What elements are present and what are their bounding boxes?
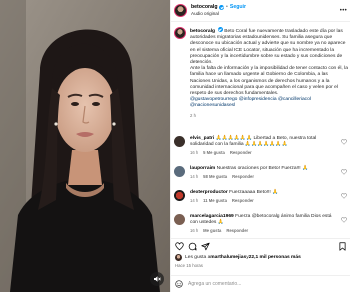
add-comment-bar bbox=[171, 275, 350, 292]
caption-mentions[interactable]: @gustavopetrourrego @infopresidencia @ca… bbox=[190, 97, 311, 108]
post-panel: betocoralg • Seguir Audio original ••• b… bbox=[170, 0, 350, 292]
comment-likes[interactable]: Me gusta bbox=[203, 228, 221, 234]
comment-username[interactable]: elvis_patri bbox=[190, 136, 214, 141]
mute-icon bbox=[154, 276, 161, 282]
follow-button[interactable]: Seguir bbox=[230, 4, 246, 10]
separator-dot: • bbox=[226, 3, 228, 10]
audio-label[interactable]: Audio original bbox=[191, 11, 246, 17]
avatar bbox=[175, 254, 182, 261]
reel-video[interactable] bbox=[0, 0, 170, 292]
comment-item: dexterproductor Fuerzaaaaa Beto!!! 🙏 14 … bbox=[174, 190, 349, 204]
caption-time: 2 h bbox=[190, 112, 196, 118]
comment-item: elvis_patri 🙏🙏🙏🙏🙏🙏 Libertad a Beto, nues… bbox=[174, 136, 349, 157]
comment-likes[interactable]: 58 Me gusta bbox=[203, 174, 227, 180]
caption: betocoralg Beto Coral fue nuevamente tra… bbox=[174, 27, 349, 119]
bookmark-icon[interactable] bbox=[338, 242, 347, 251]
post-date: Hace 15 horas bbox=[175, 263, 203, 268]
reply-button[interactable]: Responder bbox=[232, 174, 254, 180]
heart-icon[interactable] bbox=[341, 193, 347, 199]
comment-likes[interactable]: 11 Me gusta bbox=[203, 198, 227, 204]
avatar[interactable] bbox=[174, 136, 185, 147]
reply-button[interactable]: Responder bbox=[226, 228, 248, 234]
reply-button[interactable]: Responder bbox=[230, 150, 252, 156]
comment-text: Fuerzaaaaa Beto!!! 🙏 bbox=[229, 190, 279, 195]
comment-item: marcelagarcia1969 Fuerza @betocoralg áni… bbox=[174, 214, 349, 235]
comment-icon[interactable] bbox=[188, 242, 197, 251]
likes-summary[interactable]: Les gusta a marthalumejias y 22,1 mil pe… bbox=[175, 254, 301, 261]
action-bar bbox=[171, 238, 350, 254]
likes-others[interactable]: 22,1 mil personas más bbox=[249, 255, 301, 260]
comment-time: 14 h bbox=[190, 174, 199, 180]
likes-first-user[interactable]: marthalumejias bbox=[210, 255, 246, 260]
heart-icon[interactable] bbox=[341, 139, 347, 145]
comment-time: 16 h bbox=[190, 150, 199, 156]
video-frame bbox=[0, 0, 170, 292]
comments-section[interactable]: betocoralg Beto Coral fue nuevamente tra… bbox=[171, 24, 350, 238]
caption-text: Beto Coral fue nuevamente trasladado est… bbox=[190, 29, 346, 66]
comment-username[interactable]: dexterproductor bbox=[190, 190, 228, 195]
verified-badge-icon bbox=[219, 4, 225, 10]
reply-button[interactable]: Responder bbox=[232, 198, 254, 204]
header-username[interactable]: betocoralg bbox=[191, 4, 218, 10]
heart-icon[interactable] bbox=[341, 217, 347, 223]
avatar[interactable] bbox=[174, 4, 187, 17]
comment-username[interactable]: marcelagarcia1969 bbox=[190, 214, 234, 219]
comment-input[interactable] bbox=[188, 281, 338, 287]
mute-button[interactable] bbox=[150, 272, 164, 286]
comment-username[interactable]: lauporraim bbox=[190, 166, 215, 171]
comment-time: 16 h bbox=[190, 228, 199, 234]
share-icon[interactable] bbox=[201, 242, 210, 251]
comment-time: 14 h bbox=[190, 198, 199, 204]
likes-prefix: Les gusta a bbox=[185, 255, 211, 260]
avatar[interactable] bbox=[174, 190, 185, 201]
heart-icon[interactable] bbox=[175, 242, 184, 251]
more-icon[interactable]: ••• bbox=[340, 8, 347, 14]
avatar[interactable] bbox=[174, 214, 185, 225]
emoji-icon[interactable] bbox=[175, 280, 183, 288]
comment-text: Nuestras oraciones por Beto! Fuerza!!! 🙏 bbox=[216, 166, 309, 171]
verified-badge-icon bbox=[217, 27, 223, 32]
heart-icon[interactable] bbox=[341, 169, 347, 175]
avatar[interactable] bbox=[174, 27, 186, 39]
comment-likes[interactable]: 5 Me gusta bbox=[203, 150, 225, 156]
post-header: betocoralg • Seguir Audio original ••• bbox=[171, 0, 350, 22]
caption-username[interactable]: betocoralg bbox=[190, 29, 215, 34]
comment-item: lauporraim Nuestras oraciones por Beto! … bbox=[174, 166, 349, 180]
avatar[interactable] bbox=[174, 166, 185, 177]
caption-text-2: Ante la falta de información y la imposi… bbox=[190, 66, 348, 97]
